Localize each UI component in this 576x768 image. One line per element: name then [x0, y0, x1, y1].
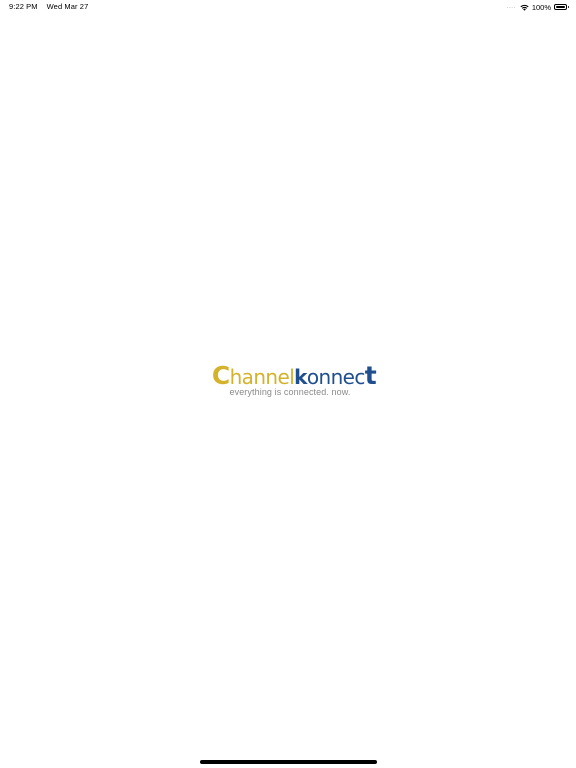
status-time: 9:22 PM	[9, 2, 38, 11]
logo-letter-c: C	[211, 361, 230, 390]
status-left: 9:22 PM Wed Mar 27	[9, 2, 88, 11]
logo-letter-t: t	[364, 361, 377, 390]
battery-fill	[556, 6, 565, 8]
logo-tagline: everything is connected. now.	[229, 387, 351, 397]
home-indicator[interactable]	[200, 760, 377, 764]
logo-channel-text: hanne	[229, 365, 290, 389]
wifi-icon	[520, 4, 529, 11]
logo-wordmark: Channelkonnect	[211, 361, 377, 390]
status-date: Wed Mar 27	[46, 2, 89, 11]
battery-tip	[567, 6, 569, 8]
logo-konnect-text: onnec	[306, 365, 365, 389]
status-right: .... 100%	[506, 2, 569, 12]
status-bar: 9:22 PM Wed Mar 27 .... 100%	[0, 0, 576, 14]
battery-icon	[554, 4, 569, 10]
logo-letter-k: k	[294, 365, 307, 389]
splash-screen: 9:22 PM Wed Mar 27 .... 100% Channelkonne…	[0, 0, 576, 768]
channelkonnect-logo: Channelkonnect everything is connected. …	[0, 361, 576, 397]
signal-dots: ....	[506, 4, 516, 10]
battery-percentage: 100%	[531, 2, 551, 12]
